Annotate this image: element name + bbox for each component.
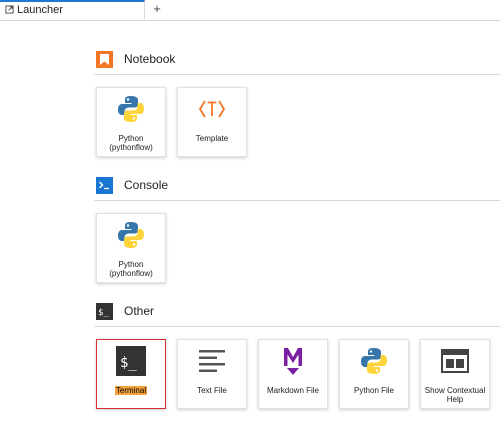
launcher-card-python-notebook[interactable]: Python (pythonflow): [96, 87, 166, 157]
section-title-notebook: Notebook: [124, 52, 176, 66]
tab-label: Launcher: [17, 4, 63, 16]
python-icon: [361, 348, 387, 374]
svg-text:$_: $_: [120, 355, 137, 371]
card-label: Python (pythonflow): [109, 134, 153, 152]
add-tab-button[interactable]: +: [151, 1, 163, 16]
section-divider: [94, 326, 500, 327]
card-label: Show Contextual Help: [424, 386, 486, 404]
launcher-card-python-file[interactable]: Python File: [339, 339, 409, 409]
card-label: Text File: [197, 386, 227, 395]
notebook-icon: [96, 51, 113, 68]
console-icon: [96, 177, 113, 194]
tab-launcher[interactable]: Launcher: [0, 0, 145, 19]
launcher-icon: [5, 5, 14, 14]
section-divider: [94, 74, 500, 75]
text-file-icon: [199, 350, 225, 372]
launcher-card-contextual-help[interactable]: Show Contextual Help: [420, 339, 490, 409]
launcher-card-python-console[interactable]: Python (pythonflow): [96, 213, 166, 283]
other-icon: $_: [96, 303, 113, 320]
launcher-card-text-file[interactable]: Text File: [177, 339, 247, 409]
launcher-card-template[interactable]: Template: [177, 87, 247, 157]
launcher-card-terminal[interactable]: $_ Terminal: [96, 339, 166, 409]
python-icon: [118, 222, 144, 248]
python-icon: [118, 96, 144, 122]
card-label: Python (pythonflow): [109, 260, 153, 278]
section-title-other: Other: [124, 304, 155, 318]
markdown-icon: [284, 348, 302, 375]
tab-bar: Launcher +: [0, 0, 500, 21]
contextual-help-icon: [441, 349, 469, 373]
card-label: Terminal: [114, 386, 148, 395]
terminal-icon: $_: [116, 346, 146, 376]
svg-text:$_: $_: [98, 308, 109, 318]
section-title-console: Console: [124, 178, 169, 192]
section-divider: [94, 200, 500, 201]
card-label: Template: [195, 134, 229, 143]
launcher-card-markdown-file[interactable]: Markdown File: [258, 339, 328, 409]
card-label: Python File: [353, 386, 395, 395]
template-icon: [198, 100, 226, 118]
card-label: Markdown File: [266, 386, 319, 395]
